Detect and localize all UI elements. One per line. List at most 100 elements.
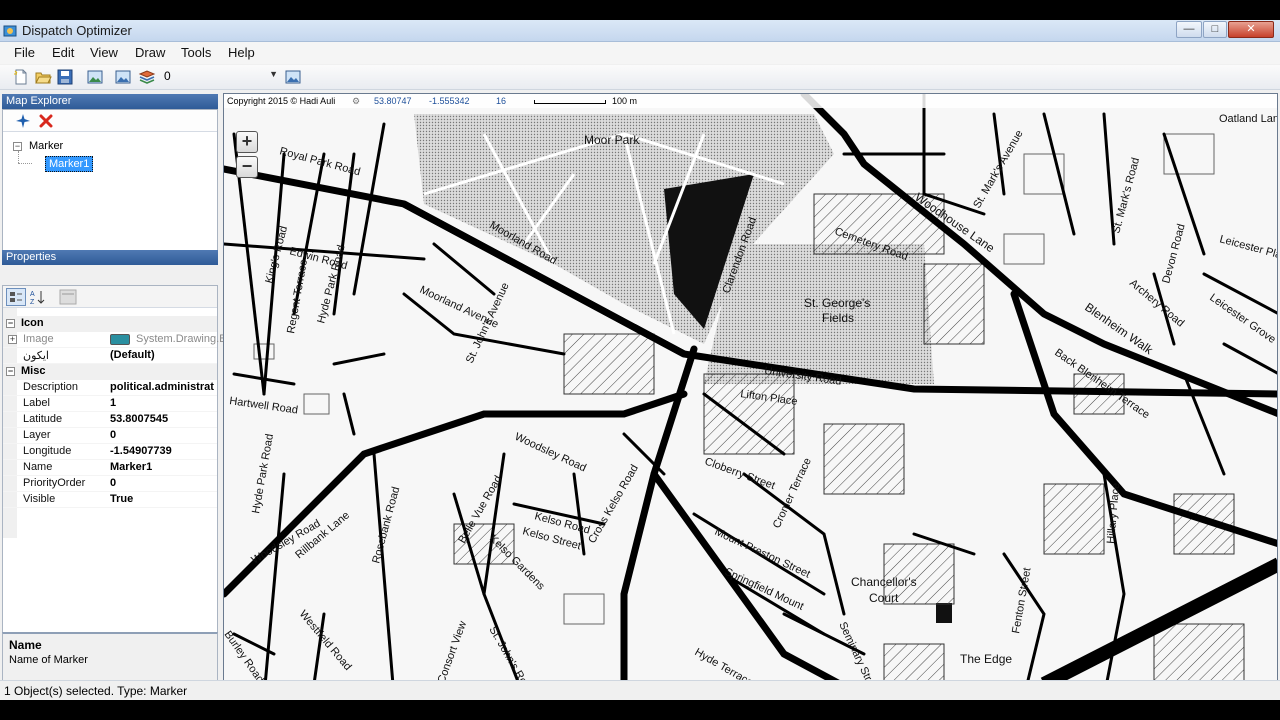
copyright-text: Copyright 2015 © Hadi Auli [227, 96, 336, 106]
zoom-readout: 16 [496, 96, 507, 106]
tree-node-marker1-label: Marker1 [49, 158, 90, 170]
tree-node-marker-label: Marker [29, 140, 64, 152]
menu-help[interactable]: Help [228, 45, 255, 60]
map-explorer-header: Map Explorer [2, 94, 218, 109]
map-image-icon[interactable] [284, 68, 302, 86]
property-row[interactable]: Longitude -1.54907739 [3, 444, 217, 460]
property-value[interactable]: 0 [110, 429, 217, 441]
categorized-icon[interactable] [6, 288, 26, 306]
latitude-readout: 53.80747 [374, 96, 412, 106]
open-icon[interactable] [34, 68, 52, 86]
map-info-bar: Copyright 2015 © Hadi Auli ⚙ 53.80747 -1… [224, 94, 1277, 108]
map-canvas[interactable]: Moor Park St. George's Fields Chancellor… [224, 94, 1278, 696]
property-value[interactable]: 1 [110, 397, 217, 409]
property-name: Latitude [23, 413, 63, 425]
label-moor-park: Moor Park [584, 133, 640, 147]
label-chancellors: Chancellor's [851, 575, 917, 589]
layer-select[interactable]: 0 ▼ [160, 69, 280, 86]
property-category[interactable]: − Icon [3, 316, 217, 332]
tree-node-marker1[interactable]: Marker1 [45, 156, 94, 172]
property-value[interactable]: (Default) [110, 349, 217, 361]
app-icon [3, 25, 17, 37]
menu-draw[interactable]: Draw [135, 45, 165, 60]
svg-text:A: A [30, 291, 35, 298]
property-value[interactable]: 53.8007545 [110, 413, 217, 425]
menu-file[interactable]: File [14, 45, 35, 60]
property-name: Description [23, 381, 79, 393]
layers-icon[interactable] [138, 68, 156, 86]
window-title: Dispatch Optimizer [22, 23, 132, 38]
main-window: Dispatch Optimizer — □ ✕ File Edit View … [0, 20, 1280, 700]
close-button[interactable]: ✕ [1228, 21, 1274, 38]
tree-connector [18, 163, 32, 164]
label-the-edge: The Edge [960, 652, 1012, 666]
properties-toolbar: AZ [3, 286, 217, 308]
property-pages-icon[interactable] [59, 289, 77, 305]
property-name: Visible [23, 493, 56, 505]
collapse-icon[interactable]: − [6, 319, 15, 328]
menu-edit[interactable]: Edit [52, 45, 74, 60]
plane-icon[interactable] [15, 113, 31, 129]
toolbar: 0 ▼ [0, 65, 1280, 90]
menu-bar: File Edit View Draw Tools Help [0, 42, 1280, 64]
image-swatch-icon [110, 334, 130, 345]
properties-panel: AZ − Icon + Image System.Drawing.B ایکون (Defa… [2, 285, 226, 690]
property-value[interactable]: 0 [110, 477, 217, 489]
new-icon[interactable] [12, 68, 30, 86]
property-row[interactable]: Description political.administrat [3, 380, 217, 396]
property-category[interactable]: − Misc [3, 364, 217, 380]
property-name: ایکون [23, 350, 49, 362]
collapse-icon[interactable]: − [6, 367, 15, 376]
status-bar: 1 Object(s) selected. Type: Marker [0, 680, 1280, 700]
zoom-out-button[interactable]: − [236, 156, 258, 178]
help-title: Name [9, 638, 42, 652]
tree-connector [18, 151, 19, 163]
maximize-button[interactable]: □ [1203, 21, 1227, 38]
property-row[interactable]: ایکون (Default) [3, 348, 217, 364]
label-court: Court [869, 591, 899, 605]
map-view[interactable]: Moor Park St. George's Fields Chancellor… [223, 93, 1278, 696]
property-row[interactable]: Latitude 53.8007545 [3, 412, 217, 428]
map-explorer-panel: − Marker Marker1 [2, 109, 218, 265]
property-row[interactable]: Visible True [3, 492, 217, 508]
chevron-down-icon: ▼ [269, 69, 278, 79]
scale-bar [534, 100, 606, 104]
property-row[interactable]: Layer 0 [3, 428, 217, 444]
property-row[interactable]: Label 1 [3, 396, 217, 412]
property-value[interactable]: political.administrat [110, 381, 217, 393]
menu-view[interactable]: View [90, 45, 118, 60]
title-bar[interactable]: Dispatch Optimizer — □ ✕ [0, 20, 1280, 42]
gear-icon[interactable]: ⚙ [352, 96, 360, 107]
property-value[interactable]: -1.54907739 [110, 445, 217, 457]
label-oatland-lane: Oatland Lane [1219, 113, 1278, 125]
delete-icon[interactable] [38, 113, 54, 129]
building-block [936, 603, 952, 623]
sort-alpha-icon[interactable]: AZ [29, 288, 47, 306]
help-description: Name of Marker [9, 654, 88, 666]
property-row[interactable]: + Image System.Drawing.B [3, 332, 226, 348]
property-name: Layer [23, 429, 51, 441]
property-name: PriorityOrder [23, 477, 86, 489]
zoom-in-button[interactable]: + [236, 131, 258, 153]
property-name: Longitude [23, 445, 72, 457]
property-value[interactable]: Marker1 [110, 461, 217, 473]
collapse-icon[interactable]: − [13, 142, 22, 151]
image-export-icon[interactable] [114, 68, 132, 86]
status-text: 1 Object(s) selected. Type: Marker [4, 684, 188, 698]
save-icon[interactable] [56, 68, 74, 86]
expand-icon[interactable]: + [8, 335, 17, 344]
minimize-button[interactable]: — [1176, 21, 1202, 38]
explorer-toolbar [3, 110, 217, 132]
longitude-readout: -1.555342 [429, 96, 470, 106]
svg-text:Z: Z [30, 299, 35, 306]
property-row[interactable]: Name Marker1 [3, 460, 217, 476]
property-value[interactable]: True [110, 493, 217, 505]
label-fields: Fields [822, 311, 854, 325]
property-category-label: Misc [21, 365, 46, 377]
property-name: Name [23, 461, 53, 473]
scale-label: 100 m [612, 96, 638, 106]
image-icon[interactable] [86, 68, 104, 86]
menu-tools[interactable]: Tools [181, 45, 211, 60]
property-category-label: Icon [21, 317, 44, 329]
property-row[interactable]: PriorityOrder 0 [3, 476, 217, 492]
